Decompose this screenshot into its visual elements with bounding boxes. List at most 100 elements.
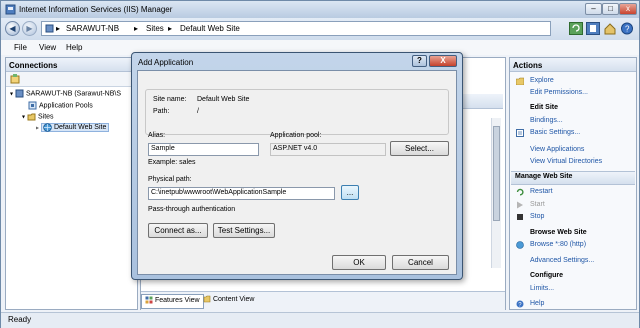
sites-folder-icon [27,113,36,121]
connections-pane: Connections ▾ SARAWUT-NB (Sarawut-NB\S A… [5,57,138,310]
close-window-button[interactable]: x [619,3,637,15]
tree-sites[interactable]: ▾ Sites [22,112,54,121]
forward-button[interactable]: ▶ [22,21,37,36]
view-switcher: Features View Content View [141,291,505,310]
content-view-label: Content View [212,295,255,303]
action-limits[interactable]: Limits... [530,285,554,292]
stop-icon[interactable] [586,22,600,35]
status-text: Ready [8,315,32,324]
restart-icon [516,188,524,196]
title-bar: Internet Information Services (IIS) Mana… [1,1,639,18]
browse-path-button[interactable]: ... [341,185,359,200]
connections-header: Connections [6,58,137,72]
action-basic-settings[interactable]: Basic Settings... [530,129,580,136]
action-view-virtual-directories[interactable]: View Virtual Directories [530,158,602,165]
action-help[interactable]: Help [530,300,544,307]
basic-settings-icon [516,129,524,137]
status-bar: Ready [1,312,639,328]
physical-path-label: Physical path: [148,176,192,183]
test-settings-button[interactable]: Test Settings... [213,223,275,238]
features-view-tab[interactable]: Features View [141,294,204,309]
breadcrumb-separator: ▸ [134,24,139,33]
scrollbar-thumb[interactable] [493,126,500,221]
path-value: / [197,108,199,115]
center-column-header [461,94,503,109]
select-app-pool-button[interactable]: Select... [390,141,449,156]
breadcrumb-separator: ▸ [168,24,173,33]
menu-file[interactable]: File [14,43,27,52]
actions-header: Actions [510,58,636,72]
server-icon [45,24,54,33]
tree-server[interactable]: ▾ SARAWUT-NB (Sarawut-NB\S [10,89,121,98]
breadcrumb-site[interactable]: Default Web Site [180,24,240,33]
action-browse-80[interactable]: Browse *:80 (http) [530,241,586,248]
action-bindings[interactable]: Bindings... [530,117,563,124]
browse-web-site-header: Browse Web Site [530,229,587,236]
cancel-button[interactable]: Cancel [392,255,449,270]
menu-help[interactable]: Help [66,43,82,52]
server-icon [15,89,24,98]
tree-app-pools-label: Application Pools [39,102,93,110]
dialog-body: Site name: Default Web Site Path: / Alia… [137,70,457,275]
action-view-applications[interactable]: View Applications [530,146,584,153]
browse-icon [516,241,524,249]
tree-default-web-site-label: Default Web Site [53,124,107,132]
alias-example: Example: sales [148,159,196,166]
tree-default-web-site[interactable]: ▸ Default Web Site [36,123,110,133]
connections-toolbar [6,72,137,87]
alias-input[interactable]: Sample [148,143,259,156]
menu-view[interactable]: View [39,43,56,52]
pass-through-auth-label: Pass-through authentication [148,206,236,213]
minimize-button[interactable]: – [585,3,602,15]
home-icon[interactable] [603,22,617,35]
address-bar: ◀ ▶ ▸ SARAWUT-NB ▸ Sites ▸ Default Web S… [1,18,639,40]
expand-icon[interactable]: ▸ [36,125,39,131]
stop-site-icon [517,214,523,220]
action-advanced-settings[interactable]: Advanced Settings... [530,257,594,264]
window-title: Internet Information Services (IIS) Mana… [19,5,173,14]
content-view-icon [203,295,211,303]
help-icon[interactable]: ? [620,22,634,35]
collapse-icon[interactable]: ▾ [10,91,13,97]
action-explore[interactable]: Explore [530,77,554,84]
application-pool-label: Application pool: [270,132,322,139]
add-application-dialog: Add Application ? X Site name: Default W… [131,52,463,280]
features-view-label: Features View [154,297,200,304]
tree-sites-label: Sites [37,113,54,121]
physical-path-input[interactable]: C:\inetpub\wwwroot\WebApplicationSample [148,187,335,200]
alias-label: Alias: [148,132,166,139]
dialog-help-button[interactable]: ? [412,55,427,67]
connect-as-button[interactable]: Connect as... [148,223,208,238]
action-stop[interactable]: Stop [530,213,544,220]
path-label: Path: [153,108,170,115]
action-restart[interactable]: Restart [530,188,553,195]
features-view-icon [145,296,153,304]
refresh-icon[interactable] [569,22,583,35]
new-connection-icon[interactable] [10,74,20,84]
configure-header: Configure [530,272,564,279]
vertical-scrollbar[interactable] [491,118,501,268]
content-view-tab[interactable]: Content View [203,295,254,303]
action-start[interactable]: Start [530,201,545,208]
svg-text:?: ? [625,25,630,34]
help-action-icon: ? [516,300,524,308]
maximize-button[interactable]: □ [602,3,619,15]
back-button[interactable]: ◀ [5,21,20,36]
manage-web-site-header: Manage Web Site [515,173,573,180]
breadcrumb-sites[interactable]: Sites [146,24,164,33]
tree-server-label: SARAWUT-NB (Sarawut-NB\S [25,90,122,98]
breadcrumb: ▸ SARAWUT-NB ▸ Sites ▸ Default Web Site [41,21,551,36]
breadcrumb-server[interactable]: SARAWUT-NB [66,24,119,33]
tree-app-pools[interactable]: Application Pools [28,101,93,110]
edit-site-header: Edit Site [530,104,559,111]
dialog-close-button[interactable]: X [429,55,457,67]
ok-button[interactable]: OK [332,255,386,270]
collapse-icon[interactable]: ▾ [22,114,25,120]
site-name-value: Default Web Site [197,96,250,103]
action-edit-permissions[interactable]: Edit Permissions... [530,89,588,96]
explore-icon [516,77,524,85]
globe-icon [43,123,52,132]
actions-pane: Actions Explore Edit Permissions... Edit… [509,57,637,310]
site-name-label: Site name: [153,96,187,103]
iis-app-icon [5,4,16,15]
